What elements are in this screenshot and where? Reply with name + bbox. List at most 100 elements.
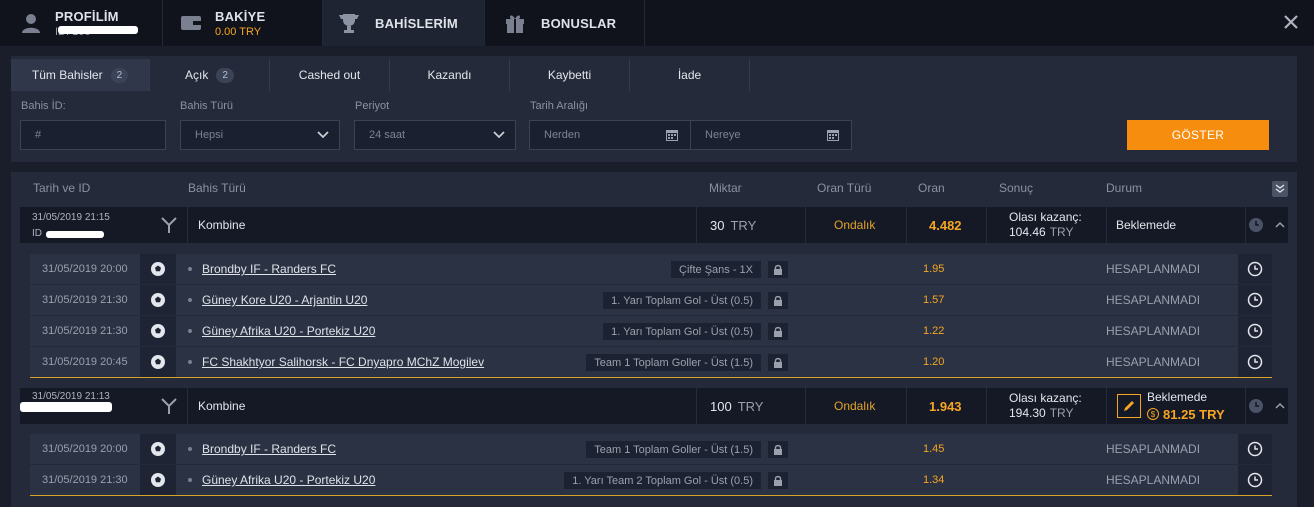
cashout-amount: $ 81.25 TRY <box>1147 405 1225 423</box>
market-badge: Team 1 Toplam Goller - Üst (1.5) <box>586 441 761 458</box>
show-button[interactable]: GÖSTER <box>1127 120 1269 150</box>
filter-tab-cashed-out[interactable]: Cashed out <box>270 59 390 91</box>
selection-date: 31/05/2019 21:30 <box>42 294 128 306</box>
combo-icon <box>151 388 187 424</box>
selections-box: 31/05/2019 20:00 Brondby IF - Randers FC… <box>30 254 1272 378</box>
selection-event: Brondby IF - Randers FC <box>188 434 336 464</box>
selection-row: 31/05/2019 20:00 Brondby IF - Randers FC… <box>30 434 1272 464</box>
selection-event: Güney Afrika U20 - Portekiz U20 <box>188 465 375 495</box>
bakiye-title: BAKİYE <box>215 8 266 24</box>
date-from-input[interactable]: Nerden <box>529 120 691 150</box>
filter-tab-open[interactable]: Açık 2 <box>150 59 270 91</box>
event-link[interactable]: Güney Afrika U20 - Portekiz U20 <box>202 473 375 487</box>
cashout-button[interactable] <box>1116 388 1142 424</box>
combo-icon <box>151 207 187 243</box>
selection-event: FC Shakhtyor Salihorsk - FC Dnyapro MChZ… <box>188 347 484 377</box>
selection-row: 31/05/2019 21:30 Güney Afrika U20 - Port… <box>30 464 1272 495</box>
selection-event: Brondby IF - Randers FC <box>188 254 336 284</box>
clock-icon <box>1245 388 1267 424</box>
tab-bakiye[interactable]: BAKİYE 0.00 TRY <box>163 0 323 46</box>
bet-row[interactable]: 31/05/2019 21:15 ID Kombine 30 TRY Ondalı… <box>20 207 1288 243</box>
wallet-icon <box>177 9 205 37</box>
market-badge: Team 1 Toplam Goller - Üst (1.5) <box>586 354 761 371</box>
chevron-up-icon[interactable] <box>1272 388 1288 424</box>
event-link[interactable]: FC Shakhtyor Salihorsk - FC Dnyapro MChZ… <box>202 355 484 369</box>
tab-profile[interactable]: PROFİLİM ID: 106 <box>0 0 163 46</box>
bahislerim-title: BAHİSLERİM <box>375 15 458 31</box>
header-result: Sonuç <box>999 181 1034 195</box>
bet-status: Beklemede <box>1116 218 1177 232</box>
coin-icon: $ <box>1147 408 1159 420</box>
potential-win-value: 194.30 TRY <box>1009 406 1074 420</box>
selection-status: HESAPLANMADI <box>1106 324 1201 338</box>
collapse-all-button[interactable] <box>1272 181 1288 197</box>
clock-icon <box>1238 347 1272 377</box>
header-odds-type: Oran Türü <box>817 181 872 195</box>
event-link[interactable]: Güney Kore U20 - Arjantin U20 <box>202 293 367 307</box>
header-status: Durum <box>1106 181 1143 195</box>
bullet-icon <box>188 360 192 364</box>
filter-tab-all[interactable]: Tüm Bahisler 2 <box>11 59 150 91</box>
close-icon[interactable] <box>1282 13 1300 31</box>
bet-status: Beklemede <box>1147 390 1208 404</box>
chevron-down-icon <box>317 130 329 143</box>
calendar-icon <box>666 129 678 144</box>
tab-bahislerim[interactable]: BAHİSLERİM <box>323 0 484 46</box>
filter-tab-lost[interactable]: Kaybetti <box>510 59 630 91</box>
date-to-input[interactable]: Nereye <box>690 120 852 150</box>
selection-odds: 1.34 <box>923 474 945 486</box>
event-link[interactable]: Güney Afrika U20 - Portekiz U20 <box>202 324 375 338</box>
lock-icon <box>768 261 788 278</box>
selection-row: 31/05/2019 20:45 FC Shakhtyor Salihorsk … <box>30 346 1272 377</box>
selection-odds: 1.95 <box>923 263 945 275</box>
lock-icon <box>768 354 788 371</box>
selection-status: HESAPLANMADI <box>1106 442 1201 456</box>
selection-event: Güney Afrika U20 - Portekiz U20 <box>188 316 375 346</box>
tab-bonuslar[interactable]: BONUSLAR <box>484 0 645 46</box>
clock-icon <box>1238 465 1272 495</box>
period-label: Periyot <box>355 100 390 112</box>
lock-icon <box>768 472 788 489</box>
bet-date: 31/05/2019 21:13 <box>32 390 110 402</box>
selection-status: HESAPLANMADI <box>1106 355 1201 369</box>
potential-win-value: 104.46 TRY <box>1009 225 1074 239</box>
selection-odds: 1.45 <box>923 443 945 455</box>
selection-row: 31/05/2019 20:00 Brondby IF - Randers FC… <box>30 254 1272 284</box>
chevron-up-icon[interactable] <box>1272 207 1288 243</box>
bets-table: Tarih ve ID Bahis Türü Miktar Oran Türü … <box>11 172 1297 507</box>
header-type: Bahis Türü <box>188 181 246 195</box>
filter-tab-won[interactable]: Kazandı <box>390 59 510 91</box>
clock-icon <box>1238 434 1272 464</box>
bet-odds-type: Ondalık <box>834 218 876 232</box>
redacted-id <box>46 231 104 238</box>
bonuslar-title: BONUSLAR <box>541 15 617 31</box>
filter-tab-refund[interactable]: İade <box>630 59 750 91</box>
event-link[interactable]: Brondby IF - Randers FC <box>202 442 336 456</box>
bakiye-amount: 0.00 TRY <box>215 25 262 38</box>
soccer-ball-icon <box>140 347 176 377</box>
filter-panel: Tüm Bahisler 2 Açık 2 Cashed out Kazandı K… <box>11 56 1297 162</box>
bet-type: Kombine <box>198 399 246 413</box>
clock-icon <box>1238 254 1272 284</box>
clock-icon <box>1238 316 1272 346</box>
bet-id-input[interactable]: # <box>20 120 166 150</box>
bet-id: ID <box>32 227 42 239</box>
bet-amount: 100 TRY <box>710 398 764 414</box>
redacted-id <box>20 402 112 412</box>
period-select[interactable]: 24 saat <box>354 120 516 150</box>
selection-event: Güney Kore U20 - Arjantin U20 <box>188 285 367 315</box>
bet-row[interactable]: 31/05/2019 21:13 Kombine 100 TRY Ondalık … <box>20 388 1288 424</box>
selection-status: HESAPLANMADI <box>1106 473 1201 487</box>
selection-odds: 1.20 <box>923 356 945 368</box>
bet-date: 31/05/2019 21:15 <box>32 211 110 223</box>
event-link[interactable]: Brondby IF - Randers FC <box>202 262 336 276</box>
redacted-id <box>58 26 138 34</box>
clock-icon <box>1238 285 1272 315</box>
bet-type-select[interactable]: Hepsi <box>180 120 340 150</box>
potential-win-label: Olası kazanç: <box>1009 210 1082 224</box>
market-badge: 1. Yarı Toplam Gol - Üst (0.5) <box>603 292 761 309</box>
filter-tabs: Tüm Bahisler 2 Açık 2 Cashed out Kazandı K… <box>11 59 750 91</box>
bet-odds: 4.482 <box>929 217 962 233</box>
selection-row: 31/05/2019 21:30 Güney Afrika U20 - Port… <box>30 315 1272 346</box>
selection-odds: 1.57 <box>923 294 945 306</box>
